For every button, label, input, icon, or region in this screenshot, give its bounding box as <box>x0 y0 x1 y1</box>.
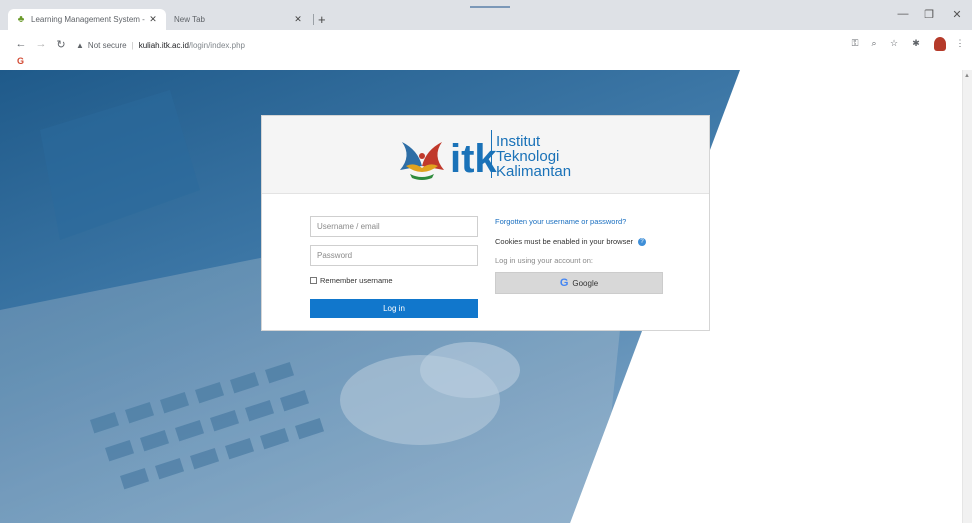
restore-icon[interactable]: ❐ <box>916 8 942 21</box>
close-tab-icon[interactable]: ✕ <box>293 14 303 25</box>
cookies-text: Cookies must be enabled in your browser <box>495 237 633 246</box>
tab-strip: ♣ Learning Management System - ✕ New Tab… <box>0 0 972 30</box>
profile-avatar[interactable] <box>934 37 946 51</box>
reload-icon[interactable]: ↻ <box>54 38 68 51</box>
cookies-notice: Cookies must be enabled in your browser … <box>495 237 646 246</box>
tab-separator <box>313 14 314 25</box>
card-header: itk Institut Teknologi Kalimantan <box>262 116 709 194</box>
bookmark-star-icon[interactable]: ☆ <box>888 38 900 49</box>
logo-divider <box>491 130 492 178</box>
url-path: /login/index.php <box>188 40 245 50</box>
google-button-label: Google <box>572 278 599 288</box>
close-window-icon[interactable]: ✕ <box>944 8 970 21</box>
key-icon[interactable]: ⚿ <box>849 38 861 49</box>
forgot-password-link[interactable]: Forgotten your username or password? <box>495 217 626 226</box>
login-button[interactable]: Log in <box>310 299 478 318</box>
remember-checkbox[interactable] <box>310 277 317 284</box>
page-content: ▲ itk Institut Teknologi Kalimantan User… <box>0 70 972 523</box>
page-scrollbar[interactable]: ▲ <box>962 70 972 523</box>
menu-icon[interactable]: ⋮ <box>954 38 966 49</box>
tab-title: Learning Management System - <box>31 15 145 24</box>
google-login-button[interactable]: G Google <box>495 272 663 294</box>
google-icon: G <box>559 277 569 289</box>
zoom-icon[interactable]: ⌕ <box>868 38 880 49</box>
moodle-favicon-icon: ♣ <box>17 14 25 25</box>
forward-icon[interactable]: → <box>34 38 48 50</box>
institution-line-3: Kalimantan <box>496 163 572 180</box>
window-drag-indicator <box>470 6 510 8</box>
tab-title: New Tab <box>174 15 205 24</box>
username-input[interactable] <box>310 216 478 237</box>
extensions-icon[interactable]: ✱ <box>910 38 922 49</box>
login-using-label: Log in using your account on: <box>495 256 593 265</box>
tab-new-tab[interactable]: New Tab ✕ <box>166 9 311 30</box>
remember-label: Remember username <box>320 276 393 285</box>
security-label[interactable]: Not secure <box>88 41 127 50</box>
institution-line-2: Teknologi <box>496 148 560 165</box>
institution-line-1: Institut <box>496 133 541 150</box>
minimize-icon[interactable]: — <box>890 8 916 20</box>
close-tab-icon[interactable]: ✕ <box>148 14 158 25</box>
browser-window: ♣ Learning Management System - ✕ New Tab… <box>0 0 972 523</box>
login-card: itk Institut Teknologi Kalimantan Rememb… <box>261 115 710 331</box>
scroll-up-icon[interactable]: ▲ <box>964 73 970 79</box>
warning-icon[interactable]: ▲ <box>76 41 84 50</box>
password-input[interactable] <box>310 245 478 266</box>
bookmarks-bar: G <box>0 52 972 70</box>
new-tab-button[interactable]: + <box>318 12 326 27</box>
url-host: kuliah.itk.ac.id <box>138 40 189 50</box>
back-icon[interactable]: ← <box>14 38 28 50</box>
remember-username[interactable]: Remember username <box>310 276 393 285</box>
institution-name: Institut Teknologi Kalimantan <box>496 134 571 179</box>
help-icon[interactable]: ? <box>638 237 646 246</box>
tab-lms[interactable]: ♣ Learning Management System - ✕ <box>8 9 166 30</box>
address-divider: | <box>131 40 134 50</box>
google-bookmark-icon[interactable]: G <box>17 56 24 66</box>
